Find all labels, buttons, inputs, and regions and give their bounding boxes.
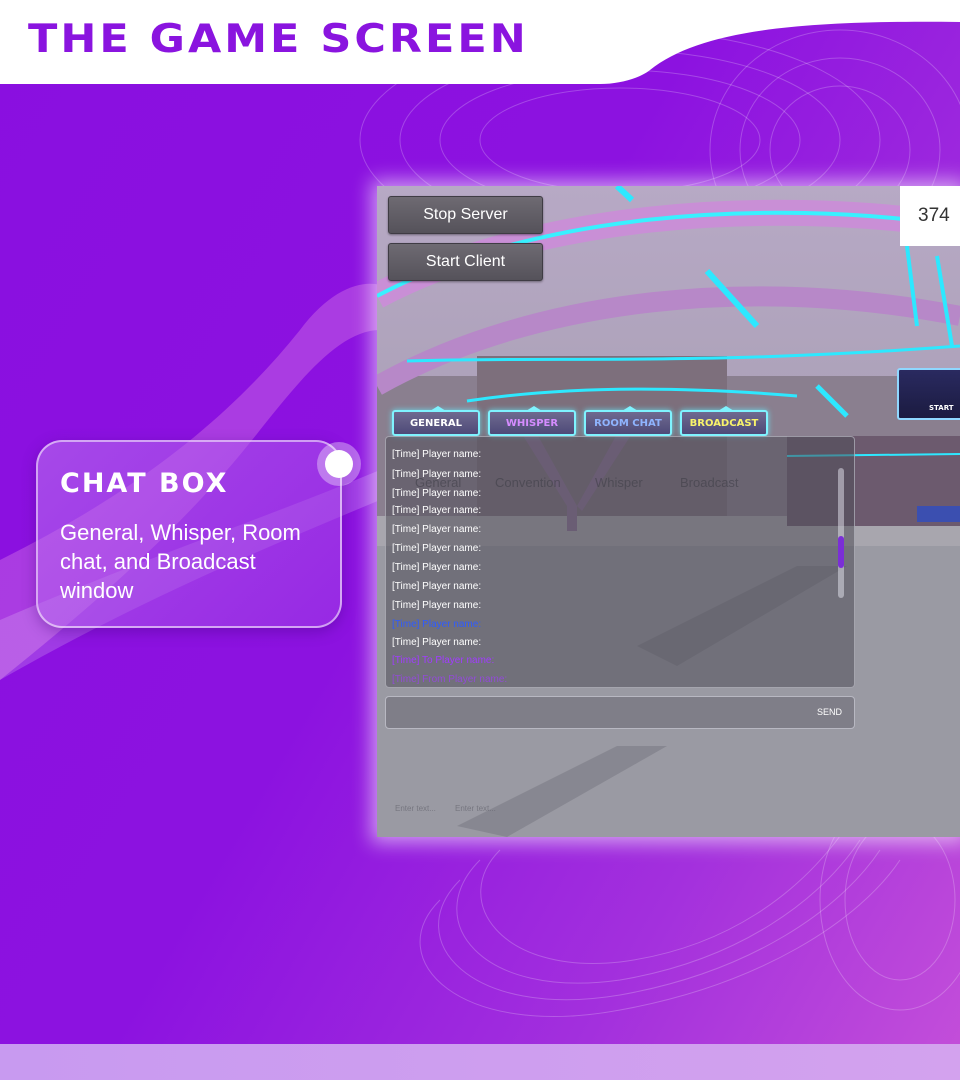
- ghost-tab-label: Broadcast: [680, 475, 739, 490]
- footer-bar: [0, 1044, 960, 1080]
- tab-whisper[interactable]: WHISPER: [488, 406, 576, 436]
- chat-line: [Time] Player name:: [392, 449, 482, 460]
- chat-line: [Time] Player name:: [392, 524, 482, 535]
- faint-input-placeholder: Enter text...: [395, 804, 436, 813]
- tab-whisper-label: WHISPER: [505, 417, 559, 429]
- callout-connector-dot: [317, 442, 361, 486]
- chat-line: [Time] From Player name:: [392, 674, 508, 685]
- page-title: THE GAME SCREEN: [28, 16, 529, 62]
- ghost-tab-label: Whisper: [595, 475, 643, 490]
- chat-line: [Time] Player name:: [392, 505, 482, 516]
- page-header: THE GAME SCREEN: [0, 0, 960, 84]
- tab-general[interactable]: GENERAL: [392, 406, 480, 436]
- tab-room-chat-label: ROOM CHAT: [594, 417, 662, 429]
- chat-box-callout: CHAT BOX General, Whisper, Room chat, an…: [36, 440, 342, 628]
- start-client-button[interactable]: Start Client: [388, 243, 543, 281]
- chat-line: [Time] To Player name:: [392, 655, 495, 666]
- chat-scrollbar[interactable]: [838, 468, 844, 598]
- chat-line: [Time] Player name:: [392, 543, 482, 554]
- callout-title: CHAT BOX: [60, 468, 229, 499]
- callout-description: General, Whisper, Room chat, and Broadca…: [60, 520, 301, 603]
- send-button[interactable]: SEND: [817, 707, 842, 717]
- chat-line: [Time] Player name:: [392, 619, 482, 630]
- tab-broadcast-label: BROADCAST: [689, 417, 759, 429]
- chat-line: [Time] Player name:: [392, 581, 482, 592]
- counter-box: 374: [900, 186, 960, 246]
- chat-message-panel[interactable]: [Time] Player name: [Time] Player name: …: [385, 436, 855, 688]
- chat-scroll-thumb[interactable]: [838, 536, 844, 568]
- ghost-tab-label: Convention: [495, 475, 561, 490]
- start-billboard: START: [897, 368, 960, 420]
- tab-general-label: GENERAL: [409, 417, 463, 429]
- chat-line: [Time] Player name:: [392, 562, 482, 573]
- chat-line: [Time] Player name:: [392, 600, 482, 611]
- ghost-tab-label: General: [415, 475, 462, 490]
- chat-line: [Time] Player name:: [392, 637, 482, 648]
- faint-input-placeholder: Enter text...: [455, 804, 496, 813]
- tab-broadcast[interactable]: BROADCAST: [680, 406, 768, 436]
- tab-room-chat[interactable]: ROOM CHAT: [584, 406, 672, 436]
- billboard-text: START: [929, 404, 954, 412]
- game-screenshot: START Stop Server Start Client 374 GENER…: [377, 186, 960, 837]
- chat-input-bar[interactable]: SEND: [385, 696, 855, 729]
- stop-server-button[interactable]: Stop Server: [388, 196, 543, 234]
